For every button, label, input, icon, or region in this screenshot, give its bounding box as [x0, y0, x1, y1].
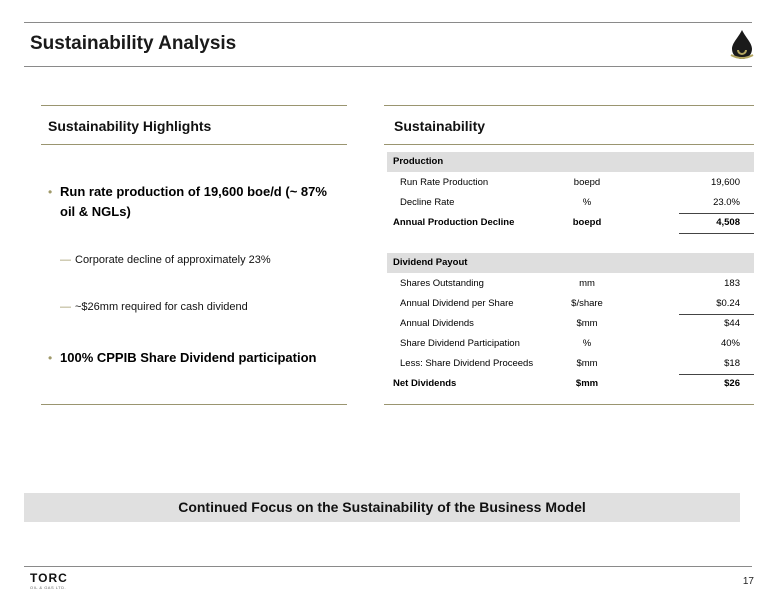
bullet-dot-icon: • [48, 351, 53, 365]
dash-icon: — [60, 301, 71, 313]
header-bottom-rule [24, 66, 752, 67]
left-panel-top-rule [41, 105, 347, 106]
table-row: Share Dividend Participation % 40% [387, 334, 754, 354]
row-value: 19,600 [710, 177, 740, 188]
table-section-header: Production [387, 152, 754, 172]
row-unit: boepd [573, 177, 601, 188]
row-value: 40% [720, 338, 740, 349]
row-label: Shares Outstanding [400, 278, 484, 289]
row-label: Run Rate Production [400, 177, 489, 188]
sub-item: — ~$26mm required for cash dividend [60, 300, 248, 314]
row-label: Annual Dividend per Share [400, 298, 514, 309]
row-value: $0.24 [716, 298, 740, 309]
table-row: Run Rate Production boepd 19,600 [387, 173, 754, 193]
row-label: Annual Dividends [400, 318, 474, 329]
row-unit: % [582, 197, 592, 208]
sub-item: — Corporate decline of approximately 23% [60, 253, 271, 267]
table-row: Less: Share Dividend Proceeds $mm $18 [387, 354, 754, 374]
bullet-text: Run rate production of 19,600 boe/d (~ 8… [60, 184, 327, 219]
right-panel-heading: Sustainability [394, 118, 486, 134]
row-unit: % [582, 338, 592, 349]
key-message-banner: Continued Focus on the Sustainability of… [24, 493, 740, 522]
bullet-text: 100% CPPIB Share Dividend participation [60, 350, 317, 365]
oil-drop-logo-icon [730, 30, 754, 59]
bullet-item: • 100% CPPIB Share Dividend participatio… [48, 348, 348, 368]
header-top-rule [24, 22, 752, 23]
table-row: Annual Dividends $mm $44 [387, 314, 754, 334]
row-value: $26 [724, 378, 740, 389]
row-value: 4,508 [716, 217, 740, 228]
logo-subtext: OIL & GAS LTD. [30, 585, 67, 590]
right-panel-heading-rule [384, 144, 754, 145]
row-unit: $mm [575, 378, 599, 389]
row-unit: $mm [576, 318, 598, 329]
total-rule [679, 233, 754, 234]
table-row: Annual Dividend per Share $/share $0.24 [387, 294, 754, 314]
row-label: Less: Share Dividend Proceeds [400, 358, 534, 369]
row-unit: $mm [576, 358, 598, 369]
bullet-dot-icon: • [48, 185, 53, 199]
row-label: Annual Production Decline [393, 217, 515, 228]
row-value: 183 [724, 278, 740, 289]
row-label: Net Dividends [393, 378, 457, 389]
table-row: Decline Rate % 23.0% [387, 193, 754, 213]
row-unit: mm [579, 278, 595, 289]
left-panel-heading-rule [41, 144, 347, 145]
sub-item-text: ~$26mm required for cash dividend [75, 301, 248, 313]
table-row: Shares Outstanding mm 183 [387, 274, 754, 294]
right-panel-top-rule [384, 105, 754, 106]
row-unit: $/share [571, 298, 603, 309]
page-number: 17 [742, 576, 754, 587]
row-value: 23.0% [713, 197, 740, 208]
row-unit: boepd [572, 217, 602, 228]
logo-wordmark: TORC [30, 571, 68, 585]
table-row-total: Annual Production Decline boepd 4,508 [387, 213, 754, 233]
table-row-total: Net Dividends $mm $26 [387, 374, 754, 394]
row-label: Decline Rate [400, 197, 455, 208]
dash-icon: — [60, 254, 71, 266]
page-title: Sustainability Analysis [30, 33, 237, 54]
table-section-header: Dividend Payout [387, 253, 754, 273]
right-panel-bottom-rule [384, 404, 754, 405]
row-label: Share Dividend Participation [400, 338, 520, 349]
sub-item-text: Corporate decline of approximately 23% [75, 254, 271, 266]
footer-rule [24, 566, 752, 567]
bullet-item: • Run rate production of 19,600 boe/d (~… [48, 182, 348, 222]
left-panel-heading: Sustainability Highlights [48, 118, 212, 134]
row-value: $18 [724, 358, 740, 369]
left-panel-bottom-rule [41, 404, 347, 405]
company-logo: TORC OIL & GAS LTD. [30, 571, 68, 590]
section-label: Production [393, 156, 444, 167]
section-label: Dividend Payout [393, 257, 468, 268]
row-value: $44 [724, 318, 740, 329]
